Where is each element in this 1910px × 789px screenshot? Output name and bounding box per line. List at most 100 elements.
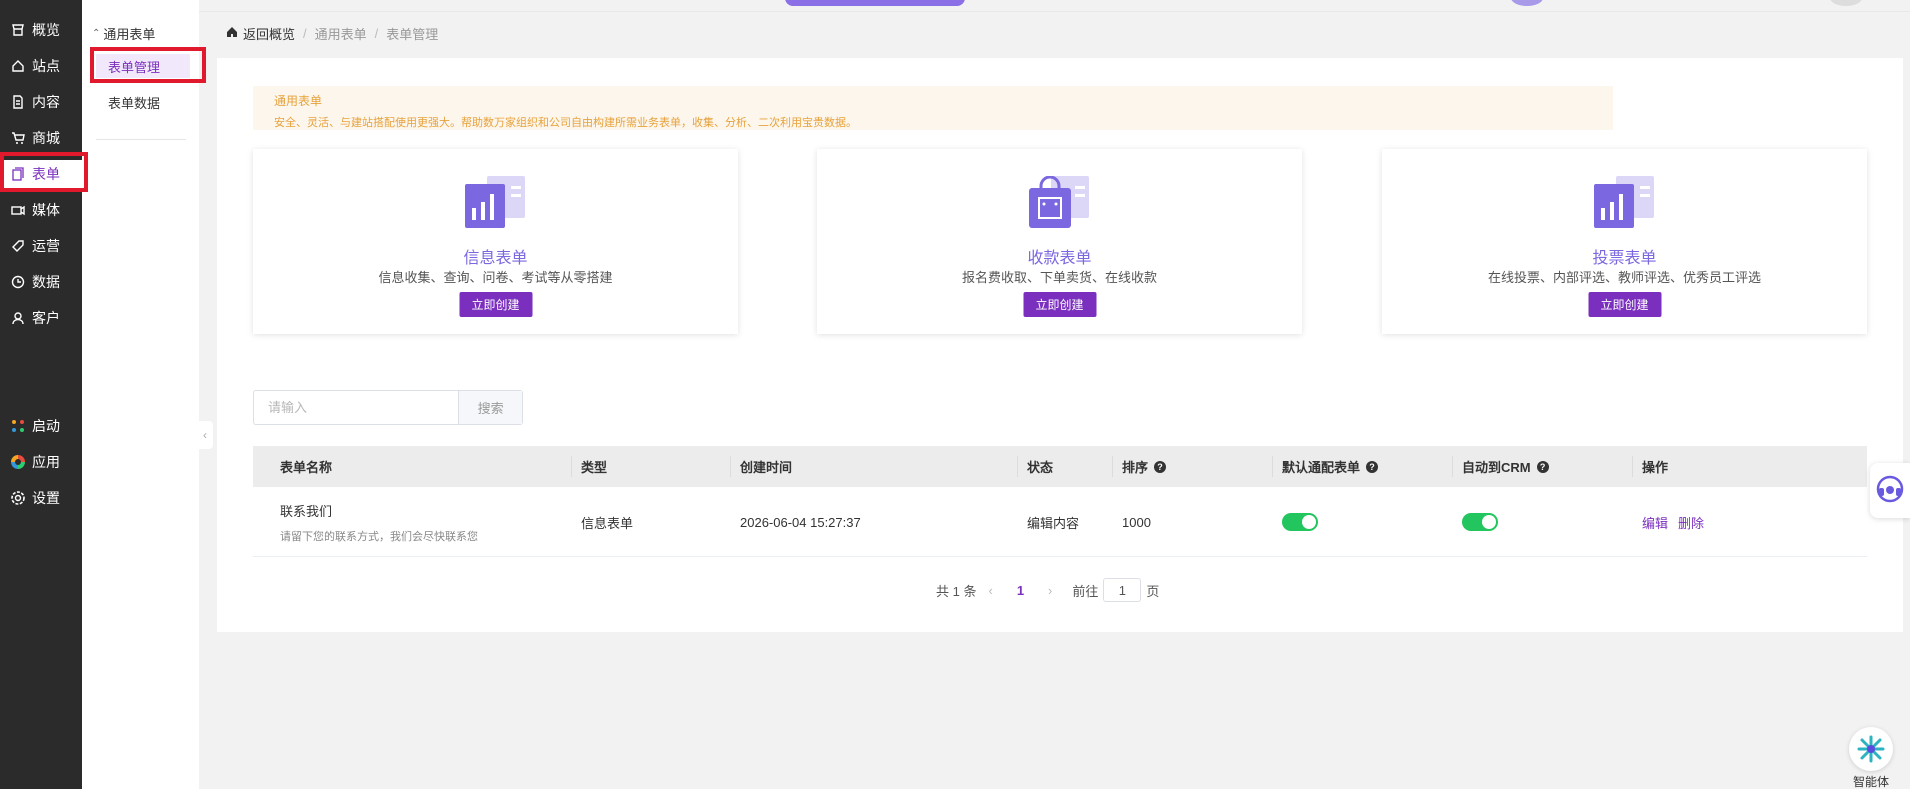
cell-order: 1000 (1122, 514, 1151, 530)
agent-label: 智能体 (1852, 775, 1889, 789)
page-number[interactable]: 1 (1017, 583, 1024, 598)
table-row: 联系我们 请留下您的联系方式，我们会尽快联系您 信息表单 2026-06-04 … (253, 487, 1867, 557)
notice-title: 通用表单 (274, 94, 323, 108)
sidebar-item-customers[interactable]: 客户 (0, 304, 82, 332)
notice-desc: 安全、灵活、与建站搭配使用更强大。帮助数万家组织和公司自由构建所需业务表单，收集… (274, 117, 857, 129)
sidebar-item-settings[interactable]: 设置 (0, 484, 82, 512)
sidebar-item-media[interactable]: 媒体 (0, 196, 82, 224)
ai-agent-button[interactable]: 智能体 (1846, 727, 1896, 789)
sidebar-item-site[interactable]: 站点 (0, 52, 82, 80)
sidebar-item-label: 表单 (32, 166, 60, 182)
sidebar-item-content[interactable]: 内容 (0, 88, 82, 116)
shopping-bag-icon (1028, 175, 1091, 228)
sidebar-item-label: 数据 (32, 274, 60, 290)
pagination-total: 共 1 条 (936, 583, 977, 599)
prev-page-button[interactable]: ‹ (988, 583, 992, 598)
sub-group-label: 通用表单 (103, 27, 156, 42)
create-vote-form-button[interactable]: 立即创建 (1588, 292, 1661, 317)
sidebar-item-operations[interactable]: 运营 (0, 232, 82, 260)
sub-item-form-data[interactable]: 表单数据 (96, 90, 190, 114)
goto-page-input[interactable]: 1 (1103, 578, 1142, 602)
column-header-actions: 操作 (1632, 446, 1669, 487)
breadcrumb-home-label: 返回概览 (243, 27, 296, 42)
card-payment-form: 收款表单 报名费收取、下单卖货、在线收款 立即创建 (817, 149, 1302, 334)
column-header-name: 表单名称 (280, 446, 332, 487)
home-icon (10, 58, 26, 74)
help-icon[interactable]: ? (1366, 460, 1379, 473)
sidebar-item-launch[interactable]: 启动 (0, 412, 82, 440)
headset-icon (1875, 474, 1905, 507)
sidebar-item-label: 站点 (32, 58, 60, 74)
create-payment-form-button[interactable]: 立即创建 (1023, 292, 1096, 317)
sidebar-item-data[interactable]: 数据 (0, 268, 82, 296)
column-divider (1017, 456, 1018, 477)
help-icon[interactable]: ? (1536, 460, 1549, 473)
form-name: 联系我们 (280, 503, 333, 519)
edit-link[interactable]: 编辑 (1642, 513, 1668, 532)
column-label: 自动到CRM (1462, 460, 1531, 475)
sub-item-label: 表单管理 (108, 59, 161, 75)
sidebar-item-shop[interactable]: 商城 (0, 124, 82, 152)
cell-crm (1462, 487, 1498, 557)
column-header-order: 排序? (1112, 446, 1167, 487)
cell-status: 编辑内容 (1027, 515, 1080, 531)
sub-group-header[interactable]: ⌃ 通用表单 (92, 24, 155, 43)
delete-link[interactable]: 删除 (1678, 513, 1704, 532)
auto-crm-toggle[interactable] (1462, 513, 1498, 531)
card-title: 投票表单 (1592, 250, 1657, 267)
card-info-form: 信息表单 信息收集、查询、问卷、考试等从零搭建 立即创建 (253, 149, 738, 334)
card-vote-form: 投票表单 在线投票、内部评选、教师评选、优秀员工评选 立即创建 (1382, 149, 1867, 334)
pagination: 共 1 条 ‹ 1 › 前往 1 页 (936, 578, 1159, 602)
sidebar-item-label: 媒体 (32, 202, 60, 218)
sidebar-item-label: 运营 (32, 238, 60, 254)
sub-item-form-manage[interactable]: 表单管理 (96, 54, 190, 78)
cell-default (1282, 487, 1318, 557)
column-label: 状态 (1027, 460, 1054, 475)
cell-type: 信息表单 (581, 515, 634, 531)
goto-suffix: 页 (1146, 583, 1160, 599)
cell-name: 联系我们 请留下您的联系方式，我们会尽快联系您 (280, 487, 478, 557)
sidebar-item-forms[interactable]: 表单 (0, 160, 82, 188)
chart-form-icon (1593, 176, 1656, 228)
chevron-up-icon: ⌃ (92, 28, 101, 39)
table-header: 表单名称 类型 创建时间 状态 排序? 默认通配表单? 自动到CRM? 操作 (253, 446, 1867, 487)
sidebar-item-apps[interactable]: 应用 (0, 448, 82, 476)
chevron-left-icon: ‹ (203, 428, 207, 442)
breadcrumb-home[interactable]: 返回概览 (226, 24, 295, 43)
column-header-type: 类型 (571, 446, 608, 487)
search-input[interactable] (254, 391, 459, 424)
clock-icon (10, 274, 26, 290)
sub-item-label: 表单数据 (108, 95, 161, 111)
sub-sidebar (82, 0, 199, 789)
cell-actions: 编辑 删除 (1642, 487, 1714, 557)
column-label: 创建时间 (740, 460, 793, 475)
breadcrumb: 返回概览 / 通用表单 / 表单管理 (226, 24, 438, 43)
collapse-toggle[interactable]: ‹ (197, 421, 213, 449)
column-divider (1632, 456, 1633, 477)
help-icon[interactable]: ? (1154, 460, 1167, 473)
default-form-toggle[interactable] (1282, 513, 1318, 531)
top-logo (785, 0, 965, 6)
column-label: 操作 (1642, 460, 1669, 475)
sidebar-item-label: 应用 (32, 454, 60, 470)
tag-icon (10, 238, 26, 254)
support-float-button[interactable] (1870, 463, 1910, 518)
search-button[interactable]: 搜索 (458, 391, 522, 424)
search-bar: 搜索 (253, 390, 523, 425)
column-divider (730, 456, 731, 477)
sidebar-item-overview[interactable]: 概览 (0, 16, 82, 44)
create-info-form-button[interactable]: 立即创建 (459, 292, 532, 317)
agent-icon (1849, 727, 1893, 771)
column-header-status: 状态 (1017, 446, 1054, 487)
user-icon (10, 310, 26, 326)
next-page-button[interactable]: › (1048, 583, 1052, 598)
apps-icon (10, 454, 26, 470)
column-header-crm: 自动到CRM? (1452, 446, 1549, 487)
breadcrumb-item[interactable]: 通用表单 (315, 24, 367, 43)
card-title: 收款表单 (1027, 250, 1092, 267)
home-icon (226, 26, 238, 41)
top-avatar-2 (1511, 0, 1543, 6)
sidebar-item-label: 客户 (32, 310, 60, 326)
column-label: 类型 (581, 460, 608, 475)
breadcrumb-item: 表单管理 (386, 27, 439, 42)
